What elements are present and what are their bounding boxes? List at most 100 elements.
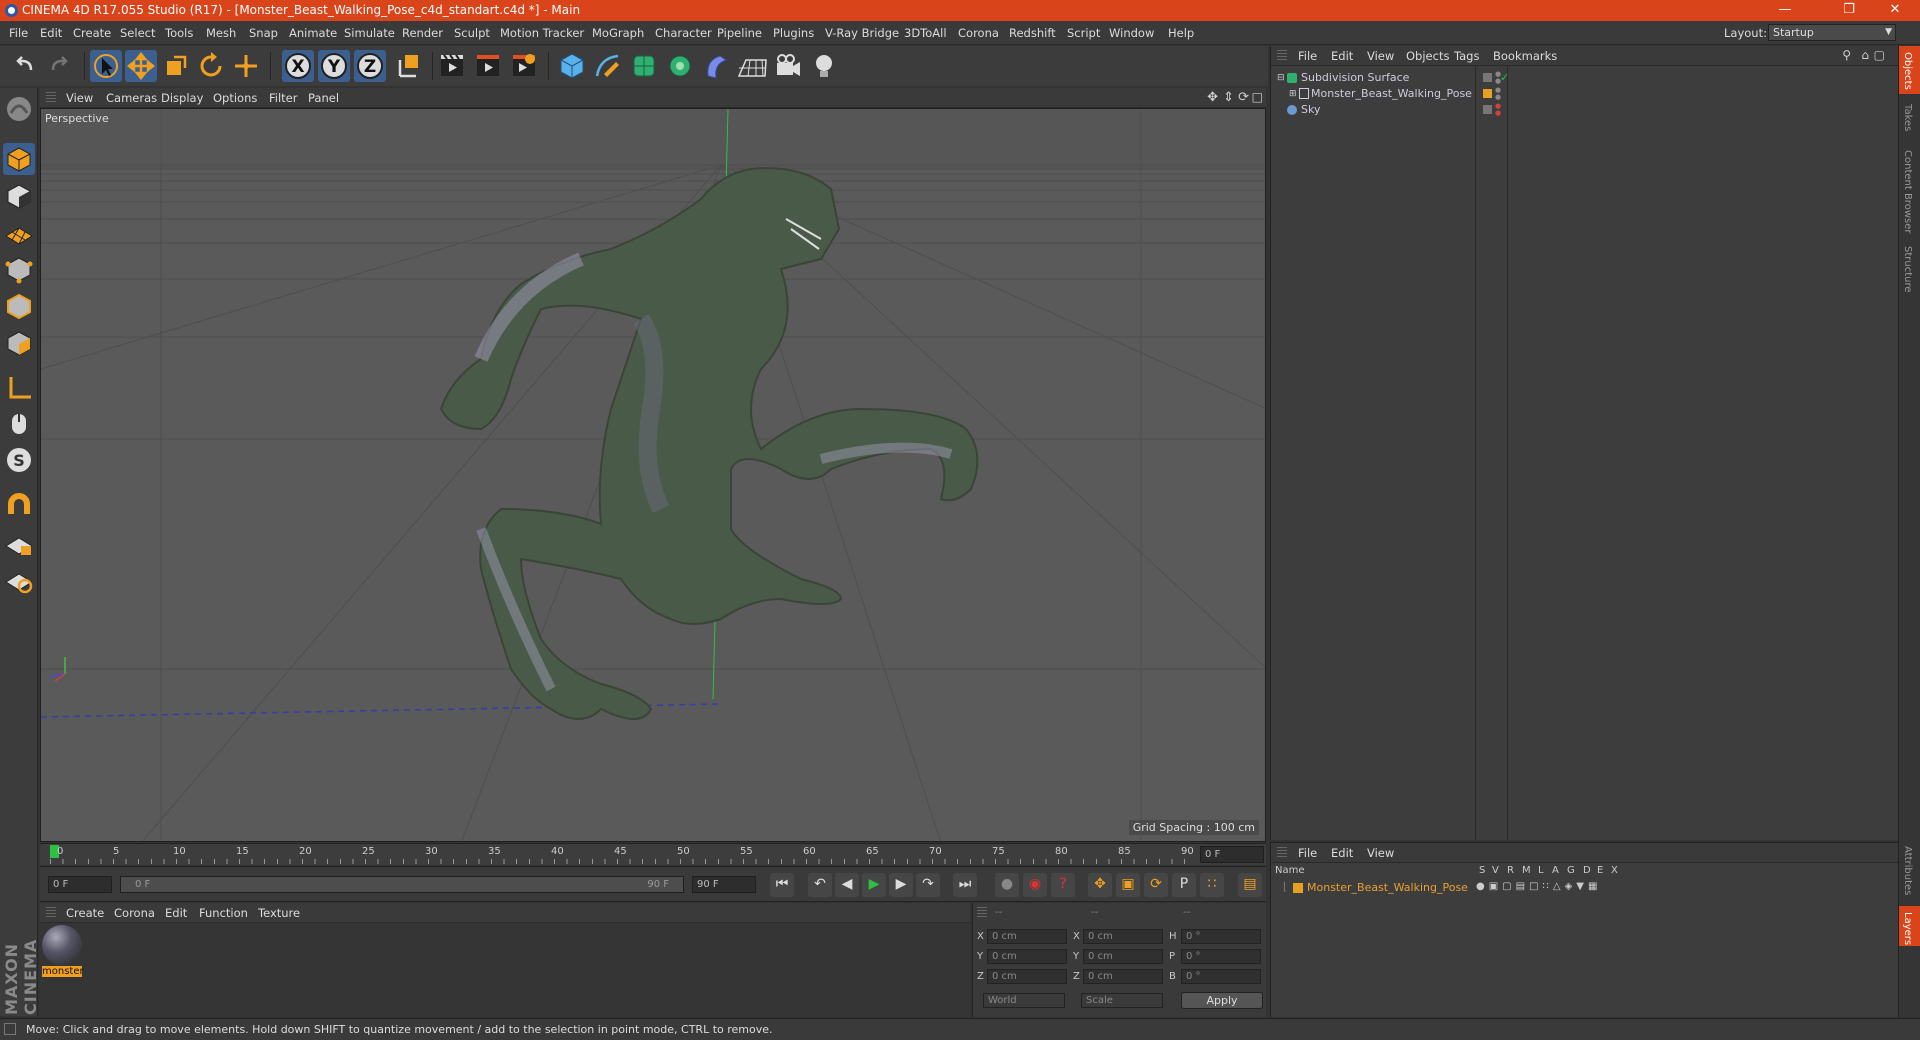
- move-view-icon[interactable]: ✥: [1207, 90, 1218, 105]
- key-pla-icon[interactable]: ∷: [1200, 873, 1224, 897]
- menu-character[interactable]: Character: [655, 26, 712, 40]
- menu-animate[interactable]: Animate: [289, 26, 337, 40]
- close-button[interactable]: ✕: [1872, 0, 1918, 21]
- play-forward-icon[interactable]: ▶: [862, 873, 886, 897]
- z-axis-lock-icon[interactable]: Z: [354, 50, 386, 82]
- mograph-cloner-icon[interactable]: [664, 50, 696, 82]
- objects-menu-bookmarks[interactable]: Bookmarks: [1493, 49, 1557, 63]
- current-frame-field[interactable]: 0 F: [1200, 846, 1264, 863]
- menu-window[interactable]: Window: [1109, 26, 1154, 40]
- size-y-field[interactable]: 0 cm: [1083, 949, 1163, 964]
- objects-menu-objects[interactable]: Objects: [1406, 49, 1449, 63]
- polygons-mode-icon[interactable]: [3, 327, 35, 359]
- menu-sculpt[interactable]: Sculpt: [454, 26, 490, 40]
- go-to-start-icon[interactable]: ⏮: [770, 873, 794, 897]
- cube-primitive-icon[interactable]: [556, 50, 588, 82]
- viewport-menu-view[interactable]: View: [66, 91, 93, 105]
- size-mode-select[interactable]: Scale: [1081, 993, 1163, 1008]
- rot-h-field[interactable]: 0 °: [1181, 929, 1261, 944]
- keyframe-selection-icon[interactable]: ?: [1051, 873, 1075, 897]
- layer-row[interactable]: ⌊ Monster_Beast_Walking_Pose ●▣▢▤□∷△◈▼▦: [1271, 880, 1899, 896]
- preview-range-slider[interactable]: 0 F 90 F: [120, 876, 684, 893]
- menu-render[interactable]: Render: [402, 26, 443, 40]
- coordinate-mode-select[interactable]: World: [983, 993, 1065, 1008]
- previous-frame-icon[interactable]: ◀: [835, 873, 859, 897]
- panel-drag-handle[interactable]: [46, 907, 56, 919]
- restore-button[interactable]: ❐: [1826, 0, 1872, 21]
- timeline-window-icon[interactable]: ▤: [1238, 873, 1262, 897]
- menu-select[interactable]: Select: [120, 26, 155, 40]
- home-icon[interactable]: ⌂: [1861, 48, 1869, 62]
- maximize-view-icon[interactable]: □: [1252, 90, 1263, 104]
- subdivision-surface-icon[interactable]: [628, 50, 660, 82]
- menu-plugins[interactable]: Plugins: [773, 26, 814, 40]
- minimize-button[interactable]: —: [1762, 0, 1808, 21]
- panel-drag-handle[interactable]: [46, 92, 56, 104]
- objects-menu-edit[interactable]: Edit: [1331, 49, 1353, 63]
- menu-mesh[interactable]: Mesh: [206, 26, 236, 40]
- snapping-magnet-icon[interactable]: [3, 490, 35, 522]
- tweak-mode-icon[interactable]: [3, 408, 35, 440]
- material-menu-texture[interactable]: Texture: [258, 906, 300, 920]
- rotate-tool-icon[interactable]: [195, 50, 227, 82]
- move-tool-icon[interactable]: [125, 50, 157, 82]
- render-settings-icon[interactable]: [508, 50, 540, 82]
- scale-tool-icon[interactable]: [160, 50, 192, 82]
- live-selection-icon[interactable]: [90, 50, 122, 82]
- pos-y-field[interactable]: 0 cm: [987, 949, 1067, 964]
- menu-tools[interactable]: Tools: [165, 26, 193, 40]
- key-position-icon[interactable]: ✥: [1088, 873, 1112, 897]
- size-z-field[interactable]: 0 cm: [1083, 969, 1163, 984]
- menu-create[interactable]: Create: [73, 26, 111, 40]
- objects-menu-tags[interactable]: Tags: [1454, 49, 1479, 63]
- menu-help[interactable]: Help: [1168, 26, 1194, 40]
- undo-button[interactable]: [9, 50, 41, 82]
- menu-simulate[interactable]: Simulate: [344, 26, 395, 40]
- render-view-icon[interactable]: [436, 50, 468, 82]
- viewport-menu-filter[interactable]: Filter: [269, 91, 297, 105]
- workplane-mode-icon[interactable]: [3, 216, 35, 248]
- material-menu-corona[interactable]: Corona: [114, 906, 155, 920]
- y-axis-lock-icon[interactable]: Y: [318, 50, 350, 82]
- perspective-viewport[interactable]: Perspective Grid Spacing : 100 cm: [40, 108, 1266, 842]
- record-keys-icon[interactable]: ●: [995, 873, 1019, 897]
- material-menu-edit[interactable]: Edit: [165, 906, 187, 920]
- material-menu-function[interactable]: Function: [199, 906, 248, 920]
- pos-z-field[interactable]: 0 cm: [987, 969, 1067, 984]
- move-scale-rotate-icon[interactable]: [230, 50, 262, 82]
- texture-mode-icon[interactable]: [3, 180, 35, 212]
- deformer-bend-icon[interactable]: [700, 50, 732, 82]
- menu-3dtoall[interactable]: 3DToAll: [904, 26, 947, 40]
- rot-b-field[interactable]: 0 °: [1181, 969, 1261, 984]
- tab-structure[interactable]: Structure: [1902, 246, 1913, 293]
- previous-key-icon[interactable]: ↶: [808, 873, 832, 897]
- key-scale-icon[interactable]: ▣: [1116, 873, 1140, 897]
- coordinate-system-icon[interactable]: [392, 50, 424, 82]
- points-mode-icon[interactable]: [3, 253, 35, 285]
- layers-menu-edit[interactable]: Edit: [1331, 846, 1353, 860]
- menu-script[interactable]: Script: [1067, 26, 1100, 40]
- viewport-menu-panel[interactable]: Panel: [308, 91, 339, 105]
- visibility-dots-icon[interactable]: ● ●: [1495, 103, 1501, 117]
- timeline-ruler[interactable]: 0 5 10 15 20 25 30 35 40 45 50 55 60 65 …: [40, 843, 1266, 865]
- x-axis-lock-icon[interactable]: X: [282, 50, 314, 82]
- tab-layers[interactable]: Layers: [1902, 912, 1913, 945]
- axis-mode-icon[interactable]: [3, 372, 35, 404]
- menu-vray-bridge[interactable]: V-Ray Bridge: [825, 26, 899, 40]
- spline-pen-icon[interactable]: [592, 50, 624, 82]
- go-to-end-icon[interactable]: ⏭: [953, 873, 977, 897]
- redo-button[interactable]: [43, 50, 75, 82]
- planar-workplane-icon[interactable]: [3, 564, 35, 596]
- tab-content-browser[interactable]: Content Browser: [1902, 150, 1913, 233]
- menu-mograph[interactable]: MoGraph: [592, 26, 644, 40]
- tab-attributes[interactable]: Attributes: [1902, 846, 1913, 895]
- panel-drag-handle[interactable]: [1277, 50, 1287, 62]
- visibility-dots-icon[interactable]: ● ●: [1495, 87, 1501, 101]
- layers-menu-view[interactable]: View: [1367, 846, 1394, 860]
- light-object-icon[interactable]: [808, 50, 840, 82]
- camera-object-icon[interactable]: [772, 50, 804, 82]
- solo-mode-icon[interactable]: S: [3, 444, 35, 476]
- layer-color-swatch[interactable]: [1293, 883, 1303, 893]
- start-frame-field[interactable]: 0 F: [48, 876, 112, 893]
- menu-corona[interactable]: Corona: [958, 26, 999, 40]
